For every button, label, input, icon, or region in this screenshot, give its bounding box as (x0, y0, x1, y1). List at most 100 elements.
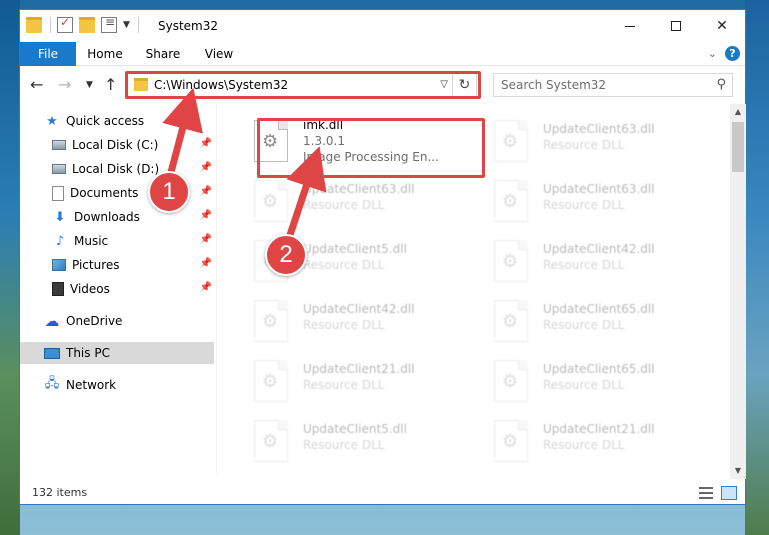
nav-item-pictures[interactable]: Pictures 📌 (52, 254, 214, 276)
tab-share[interactable]: Share (138, 42, 188, 66)
file-description: Resource DLL (543, 258, 625, 272)
pin-icon[interactable]: 📌 (200, 138, 212, 149)
nav-item-downloads[interactable]: ⬇ Downloads 📌 (52, 206, 214, 228)
gear-icon: ⚙ (262, 311, 279, 332)
dll-file-icon: ⚙ (494, 180, 528, 222)
tab-view[interactable]: View (196, 42, 242, 66)
file-name: UpdateClient65.dll (543, 302, 655, 316)
up-arrow-icon[interactable]: ↑ (104, 75, 117, 94)
back-arrow-icon[interactable]: ← (30, 75, 43, 94)
forward-arrow-icon[interactable]: → (58, 75, 71, 94)
nav-item-this-pc[interactable]: This PC (20, 342, 214, 364)
tab-file[interactable]: File (20, 42, 76, 66)
nav-item-quick-access[interactable]: ★ Quick access (44, 110, 238, 132)
properties-icon[interactable] (101, 15, 117, 33)
nav-item-label: Downloads (74, 210, 140, 224)
toolbar-divider (137, 17, 139, 33)
tab-home[interactable]: Home (78, 42, 132, 66)
nav-item-network[interactable]: 🖧 Network (44, 374, 214, 396)
pictures-icon (52, 259, 66, 271)
address-bar-highlight (125, 71, 481, 99)
video-icon (52, 282, 64, 296)
pin-icon[interactable]: 📌 (200, 234, 212, 245)
file-description: Resource DLL (303, 438, 385, 452)
file-tile[interactable]: ⚙ UpdateClient42.dll Resource DLL (246, 292, 476, 350)
file-tile[interactable]: ⚙ UpdateClient42.dll Resource DLL (486, 232, 716, 290)
file-name: UpdateClient42.dll (543, 242, 655, 256)
dll-file-icon: ⚙ (254, 180, 288, 222)
document-icon (52, 185, 64, 201)
customize-toolbar-caret-icon[interactable]: ▼ (123, 20, 130, 30)
file-description: Resource DLL (303, 318, 385, 332)
nav-item-local-disk-c[interactable]: Local Disk (C:) 📌 (52, 134, 214, 156)
pane-divider[interactable] (216, 104, 217, 474)
nav-item-label: Quick access (66, 114, 145, 128)
file-tile[interactable]: ⚙ UpdateClient63.dll Resource DLL (246, 172, 476, 230)
quick-access-toolbar: ▼ (26, 15, 145, 33)
vertical-scrollbar[interactable]: ▲ ▼ (730, 104, 746, 479)
minimize-button[interactable] (607, 10, 653, 42)
nav-item-label: Local Disk (D:) (72, 162, 160, 176)
scroll-up-icon[interactable]: ▲ (730, 104, 746, 120)
new-folder-icon[interactable] (79, 17, 95, 33)
gear-icon: ⚙ (262, 371, 279, 392)
music-note-icon: ♪ (55, 233, 65, 249)
item-count: 132 items (32, 486, 88, 499)
drive-icon (52, 164, 66, 174)
nav-item-label: Videos (70, 282, 110, 296)
file-tile[interactable]: ⚙ UpdateClient65.dll Resource DLL (486, 352, 716, 410)
folder-icon[interactable] (26, 17, 42, 33)
nav-item-label: Music (74, 234, 109, 248)
nav-item-label: OneDrive (66, 314, 123, 328)
gear-icon: ⚙ (502, 251, 519, 272)
pin-icon[interactable]: 📌 (200, 282, 212, 293)
expand-ribbon-chevron-icon[interactable]: ⌄ (708, 47, 717, 60)
nav-item-label: Pictures (72, 258, 120, 272)
nav-item-label: This PC (66, 346, 110, 360)
file-description: Resource DLL (303, 258, 385, 272)
dll-file-icon: ⚙ (494, 300, 528, 342)
file-description: Resource DLL (303, 198, 385, 212)
scroll-down-icon[interactable]: ▼ (730, 463, 746, 479)
dll-file-icon: ⚙ (254, 300, 288, 342)
help-icon[interactable]: ? (725, 46, 740, 61)
minimize-icon (625, 25, 635, 27)
status-bar: 132 items (20, 482, 745, 504)
file-tile[interactable]: ⚙ UpdateClient63.dll Resource DLL (486, 172, 716, 230)
recent-locations-chevron-icon[interactable]: ▼ (86, 80, 93, 90)
file-tile[interactable]: ⚙ UpdateClient65.dll Resource DLL (486, 292, 716, 350)
download-arrow-icon: ⬇ (54, 209, 66, 225)
details-view-icon[interactable] (699, 487, 713, 499)
toolbar-divider (50, 17, 51, 33)
nav-item-label: Network (66, 378, 117, 392)
window-title: System32 (158, 19, 219, 33)
nav-item-onedrive[interactable]: ☁ OneDrive (44, 310, 214, 332)
dll-file-icon: ⚙ (494, 240, 528, 282)
nav-item-label: Local Disk (C:) (72, 138, 159, 152)
scrollbar-thumb[interactable] (732, 122, 744, 172)
file-tile[interactable]: ⚙ UpdateClient5.dll Resource DLL (246, 412, 476, 470)
pin-icon[interactable]: 📌 (200, 186, 212, 197)
nav-item-local-disk-d[interactable]: Local Disk (D:) 📌 (52, 158, 214, 180)
file-highlight (257, 118, 485, 178)
file-tile[interactable]: ⚙ UpdateClient21.dll Resource DLL (486, 412, 716, 470)
title-bar: ▼ System32 ✕ (20, 10, 745, 42)
file-tile[interactable]: ⚙ UpdateClient21.dll Resource DLL (246, 352, 476, 410)
search-input[interactable]: Search System32 ⚲ (493, 73, 733, 97)
maximize-button[interactable] (653, 10, 699, 42)
file-explorer-window: ▼ System32 ✕ File Home Share View ⌄ ? ← … (19, 9, 746, 505)
file-tile[interactable]: ⚙ UpdateClient63.dll Resource DLL (486, 112, 716, 170)
pin-icon[interactable]: 📌 (200, 258, 212, 269)
star-icon: ★ (46, 113, 58, 129)
pin-icon[interactable]: 📌 (200, 162, 212, 173)
large-icons-view-icon[interactable] (721, 486, 737, 500)
pin-icon[interactable]: 📌 (200, 210, 212, 221)
dll-file-icon: ⚙ (254, 360, 288, 402)
nav-item-music[interactable]: ♪ Music 📌 (52, 230, 214, 252)
properties-check-icon[interactable] (57, 15, 73, 33)
nav-item-videos[interactable]: Videos 📌 (52, 278, 214, 300)
close-button[interactable]: ✕ (699, 10, 745, 42)
ribbon-tabs: File Home Share View ⌄ ? (20, 42, 745, 66)
step-badge-1: 1 (148, 171, 190, 213)
step-badge-2: 2 (265, 234, 307, 276)
